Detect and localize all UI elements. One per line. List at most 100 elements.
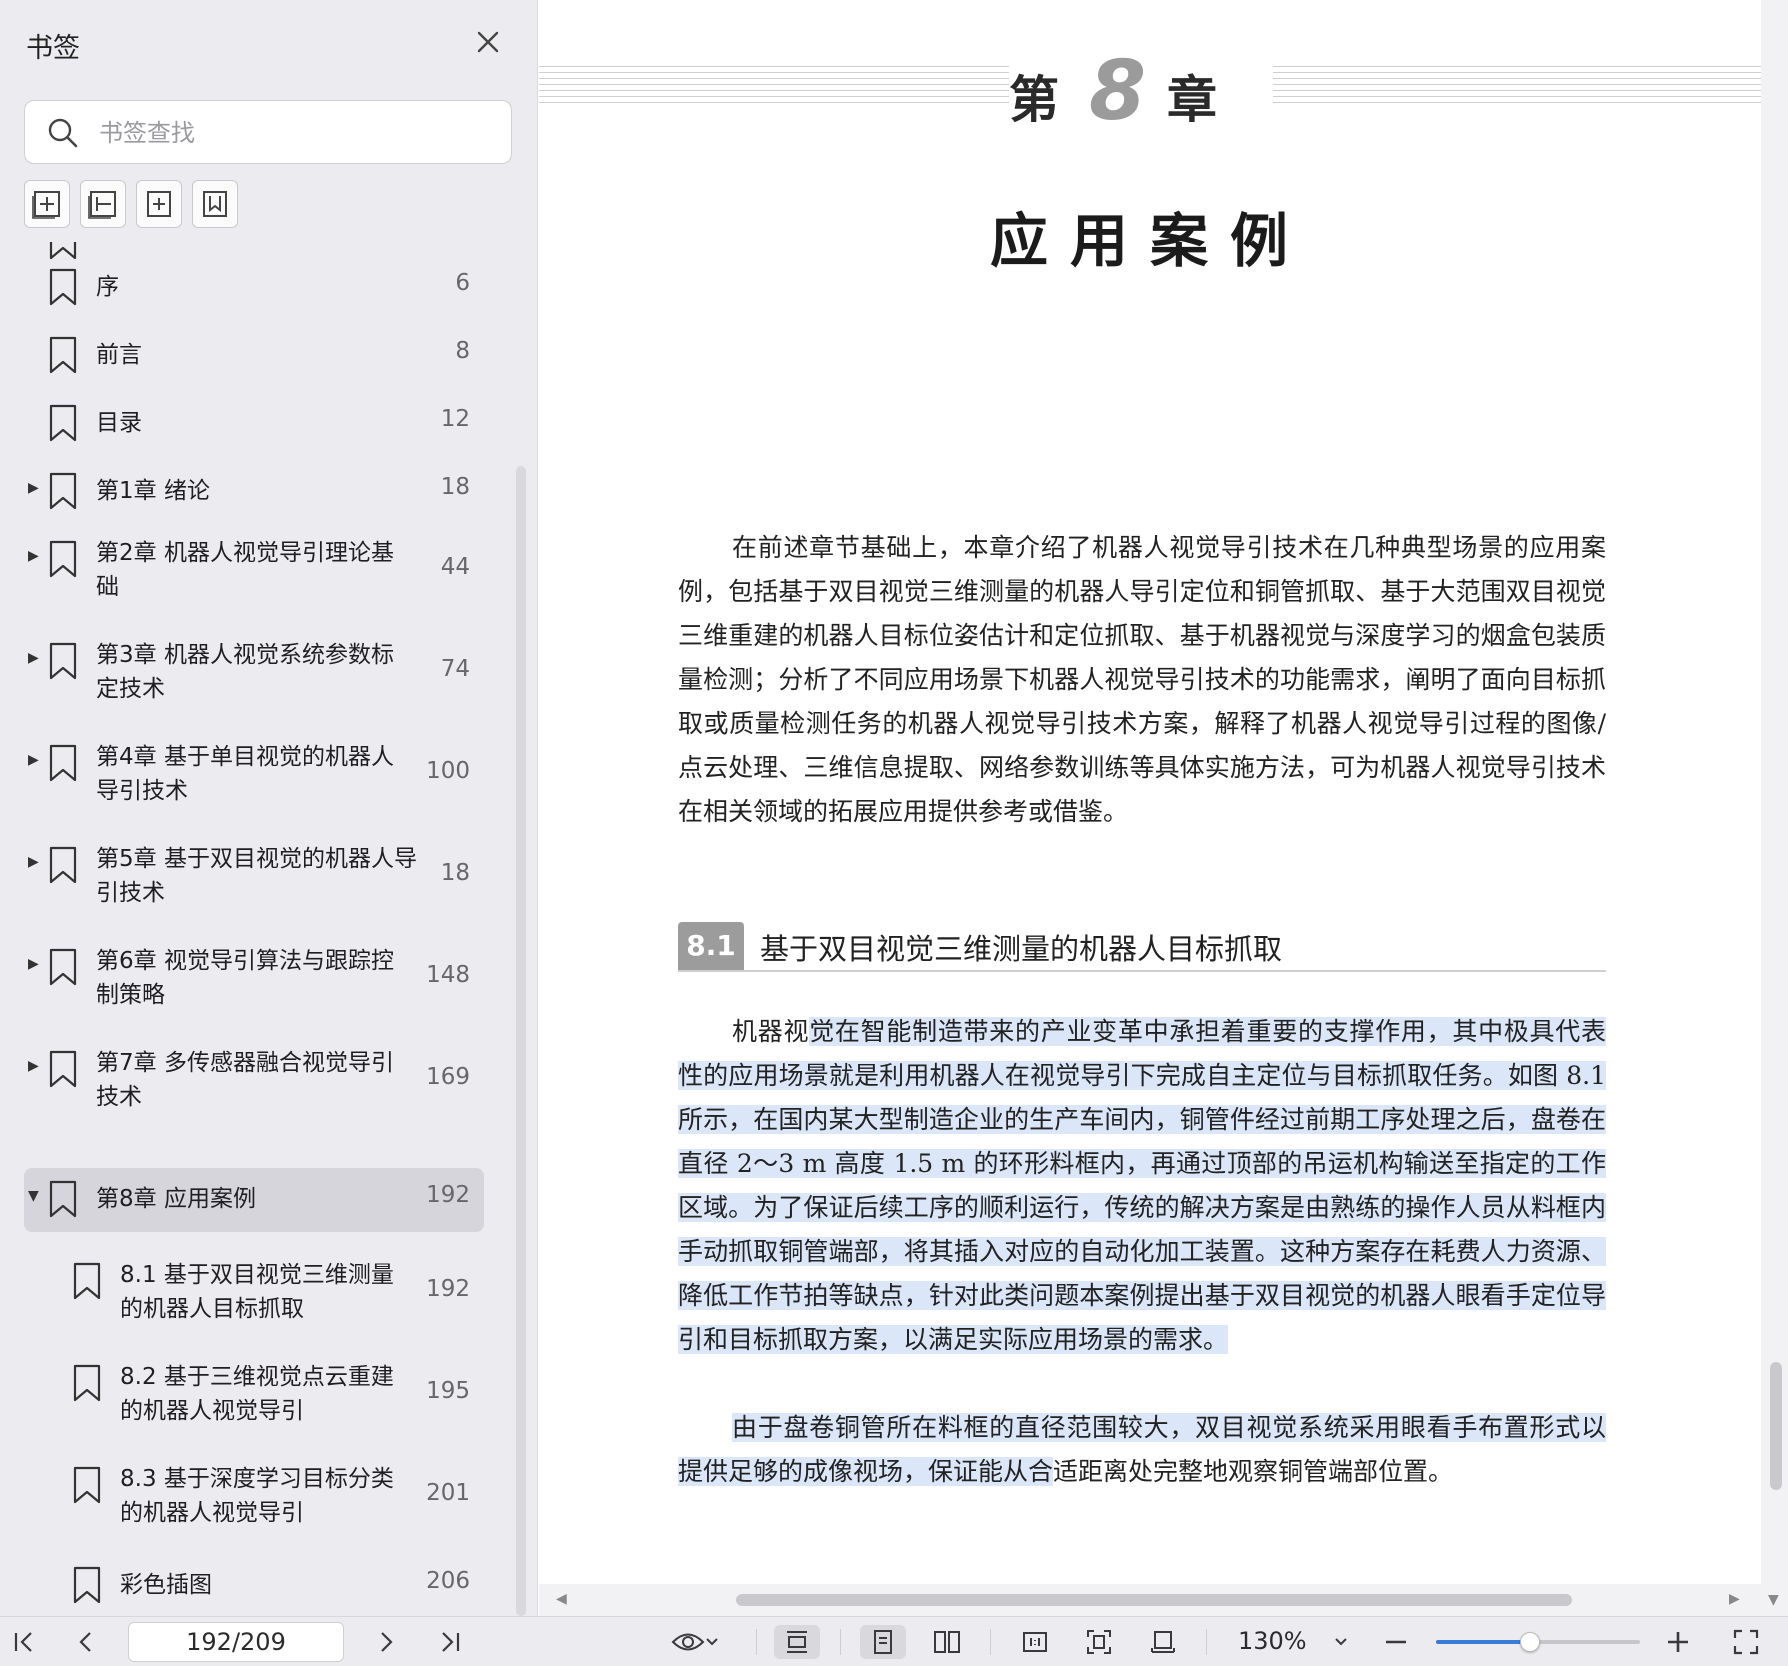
- bookmark-page: 192: [426, 1276, 470, 1302]
- expand-arrow-icon[interactable]: ▶: [28, 480, 39, 496]
- sidebar-header: 书签: [0, 0, 537, 88]
- plus-icon: [1668, 1632, 1688, 1652]
- reading-mode-button[interactable]: [664, 1625, 726, 1659]
- bookmark-item[interactable]: ▶ 第3章 机器人视觉系统参数标定技术 74: [0, 636, 490, 722]
- bookmark-page: 8: [455, 338, 470, 364]
- horizontal-scroll-track[interactable]: ◀ ▶: [539, 1584, 1761, 1616]
- page-number-input[interactable]: [128, 1622, 344, 1662]
- collapse-all-button[interactable]: [80, 180, 126, 228]
- bookmark-label: 第3章 机器人视觉系统参数标定技术: [96, 642, 394, 702]
- fit-width-button[interactable]: [774, 1625, 820, 1659]
- section-title: 基于双目视觉三维测量的机器人目标抓取: [760, 932, 1283, 966]
- bookmark-icon: [49, 744, 77, 782]
- expand-all-button[interactable]: [24, 180, 70, 228]
- chapter-title: 应用案例: [989, 207, 1310, 275]
- bookmark-flag-button[interactable]: [192, 180, 238, 228]
- document-page: 第 8 章 应用案例 在前述章节基础上，本章介绍了机器人视觉导引技术在几种典型场…: [539, 0, 1761, 1584]
- bookmark-label: 第1章 绪论: [96, 478, 210, 504]
- zoom-slider-knob[interactable]: [1519, 1632, 1540, 1652]
- expand-arrow-icon[interactable]: ▶: [28, 956, 39, 972]
- bookmark-icon: [49, 846, 77, 884]
- zoom-dropdown-button[interactable]: [1326, 1625, 1356, 1659]
- bookmark-icon: [73, 1466, 101, 1504]
- zoom-level[interactable]: 130%: [1238, 1627, 1307, 1655]
- bookmark-item[interactable]: 8.3 基于深度学习目标分类的机器人视觉导引 201: [0, 1460, 490, 1546]
- expand-all-icon: [32, 191, 60, 219]
- zoom-slider-fill: [1436, 1640, 1530, 1644]
- bookmark-item[interactable]: ▶ 第6章 视觉导引算法与跟踪控制策略 148: [0, 942, 490, 1028]
- sidebar-scrollbar[interactable]: [516, 466, 526, 1616]
- bookmark-item[interactable]: 8.2 基于三维视觉点云重建的机器人视觉导引 195: [0, 1358, 490, 1444]
- double-page-button[interactable]: [924, 1625, 970, 1659]
- chevron-down-icon: [1335, 1638, 1347, 1646]
- bookmark-icon: [49, 472, 77, 510]
- bookmark-item[interactable]: 序 6: [0, 262, 490, 322]
- expand-arrow-icon[interactable]: ▶: [28, 752, 39, 768]
- zoom-slider[interactable]: [1436, 1632, 1640, 1652]
- bookmark-label: 8.1 基于双目视觉三维测量的机器人目标抓取: [120, 1262, 394, 1322]
- bookmark-page: 6: [455, 270, 470, 296]
- fullscreen-button[interactable]: [1728, 1625, 1764, 1659]
- eye-icon: [671, 1633, 705, 1651]
- expand-arrow-icon[interactable]: ▶: [28, 1058, 39, 1074]
- zoom-out-button[interactable]: [1378, 1625, 1414, 1659]
- actual-size-button[interactable]: [1012, 1625, 1058, 1659]
- chevron-down-icon: [706, 1638, 718, 1646]
- toolbar-separator: [840, 1629, 841, 1655]
- bookmark-item[interactable]: 彩色插图 206: [0, 1560, 490, 1616]
- add-bookmark-icon: [147, 191, 171, 217]
- scroll-right-icon[interactable]: ▶: [1729, 1591, 1740, 1607]
- bookmark-icon: [49, 336, 77, 374]
- single-page-button[interactable]: [860, 1625, 906, 1659]
- chapter-rule-right: [1273, 66, 1761, 110]
- scroll-down-icon[interactable]: ▼: [1768, 1592, 1779, 1608]
- expand-arrow-icon[interactable]: ▶: [28, 854, 39, 870]
- expand-arrow-icon[interactable]: ▶: [28, 650, 39, 666]
- bookmark-page: 206: [426, 1568, 470, 1594]
- fit-width-icon: [787, 1631, 807, 1653]
- bookmark-item[interactable]: ▶ 第2章 机器人视觉导引理论基础 44: [0, 534, 490, 620]
- bookmark-icon: [49, 404, 77, 442]
- vertical-scroll-thumb[interactable]: [1770, 1362, 1782, 1490]
- bookmark-label: 8.2 基于三维视觉点云重建的机器人视觉导引: [120, 1364, 394, 1424]
- bookmark-item[interactable]: ▶ 第7章 多传感器融合视觉导引技术 169: [0, 1044, 490, 1130]
- bookmark-item[interactable]: 8.1 基于双目视觉三维测量的机器人目标抓取 192: [0, 1256, 490, 1342]
- bookmark-item[interactable]: ▶ 第1章 绪论 18: [0, 466, 490, 526]
- add-bookmark-button[interactable]: [136, 180, 182, 228]
- chapter-heading: 第 8 章: [1009, 44, 1309, 139]
- next-page-button[interactable]: [368, 1625, 404, 1659]
- horizontal-scroll-thumb[interactable]: [736, 1594, 1572, 1606]
- bookmark-icon: [49, 1180, 77, 1218]
- expand-arrow-icon[interactable]: ▶: [28, 548, 39, 564]
- bookmark-item[interactable]: 目录 12: [0, 398, 490, 458]
- bookmark-item[interactable]: ▶ 第4章 基于单目视觉的机器人导引技术 100: [0, 738, 490, 824]
- double-page-icon: [934, 1631, 960, 1653]
- zoom-in-button[interactable]: [1660, 1625, 1696, 1659]
- sidebar-title: 书签: [26, 33, 80, 64]
- bookmark-search-box[interactable]: [24, 100, 512, 164]
- close-icon[interactable]: [470, 24, 506, 60]
- selected-text[interactable]: 觉在智能制造带来的产业变革中承担着重要的支撑作用，其中极具代表性的应用场景就是利…: [678, 1017, 1606, 1354]
- bookmark-list: 序 6 前言 8 目录 12 ▶ 第1章 绪论 18 ▶ 第2章 机器人视觉导引…: [0, 242, 537, 1616]
- rotate-page-button[interactable]: [1140, 1625, 1186, 1659]
- bookmark-search-input[interactable]: [99, 113, 489, 153]
- body-paragraph-2[interactable]: 由于盘卷铜管所在料框的直径范围较大，双目视觉系统采用眼看手布置形式以提供足够的成…: [678, 1406, 1606, 1494]
- bookmark-label: 序: [96, 274, 119, 300]
- first-page-button[interactable]: [6, 1625, 42, 1659]
- collapse-arrow-icon[interactable]: ▼: [28, 1188, 39, 1204]
- last-page-button[interactable]: [432, 1625, 468, 1659]
- search-icon: [48, 118, 78, 148]
- bookmark-page: 44: [440, 554, 470, 580]
- bookmark-item-active[interactable]: ▼ 第8章 应用案例 192: [0, 1168, 490, 1238]
- bookmark-page: 195: [426, 1378, 470, 1404]
- bottom-toolbar: 130%: [0, 1616, 1788, 1666]
- fit-page-button[interactable]: [1076, 1625, 1122, 1659]
- bookmark-page: 201: [426, 1480, 470, 1506]
- bookmark-item[interactable]: ▶ 第5章 基于双目视觉的机器人导引技术 18: [0, 840, 490, 926]
- scroll-left-icon[interactable]: ◀: [556, 1591, 567, 1607]
- bookmark-page: 100: [426, 758, 470, 784]
- body-paragraph-1[interactable]: 机器视觉在智能制造带来的产业变革中承担着重要的支撑作用，其中极具代表性的应用场景…: [678, 1010, 1606, 1362]
- previous-page-button[interactable]: [68, 1625, 104, 1659]
- bookmark-item[interactable]: 前言 8: [0, 330, 490, 390]
- toolbar-separator: [756, 1629, 757, 1655]
